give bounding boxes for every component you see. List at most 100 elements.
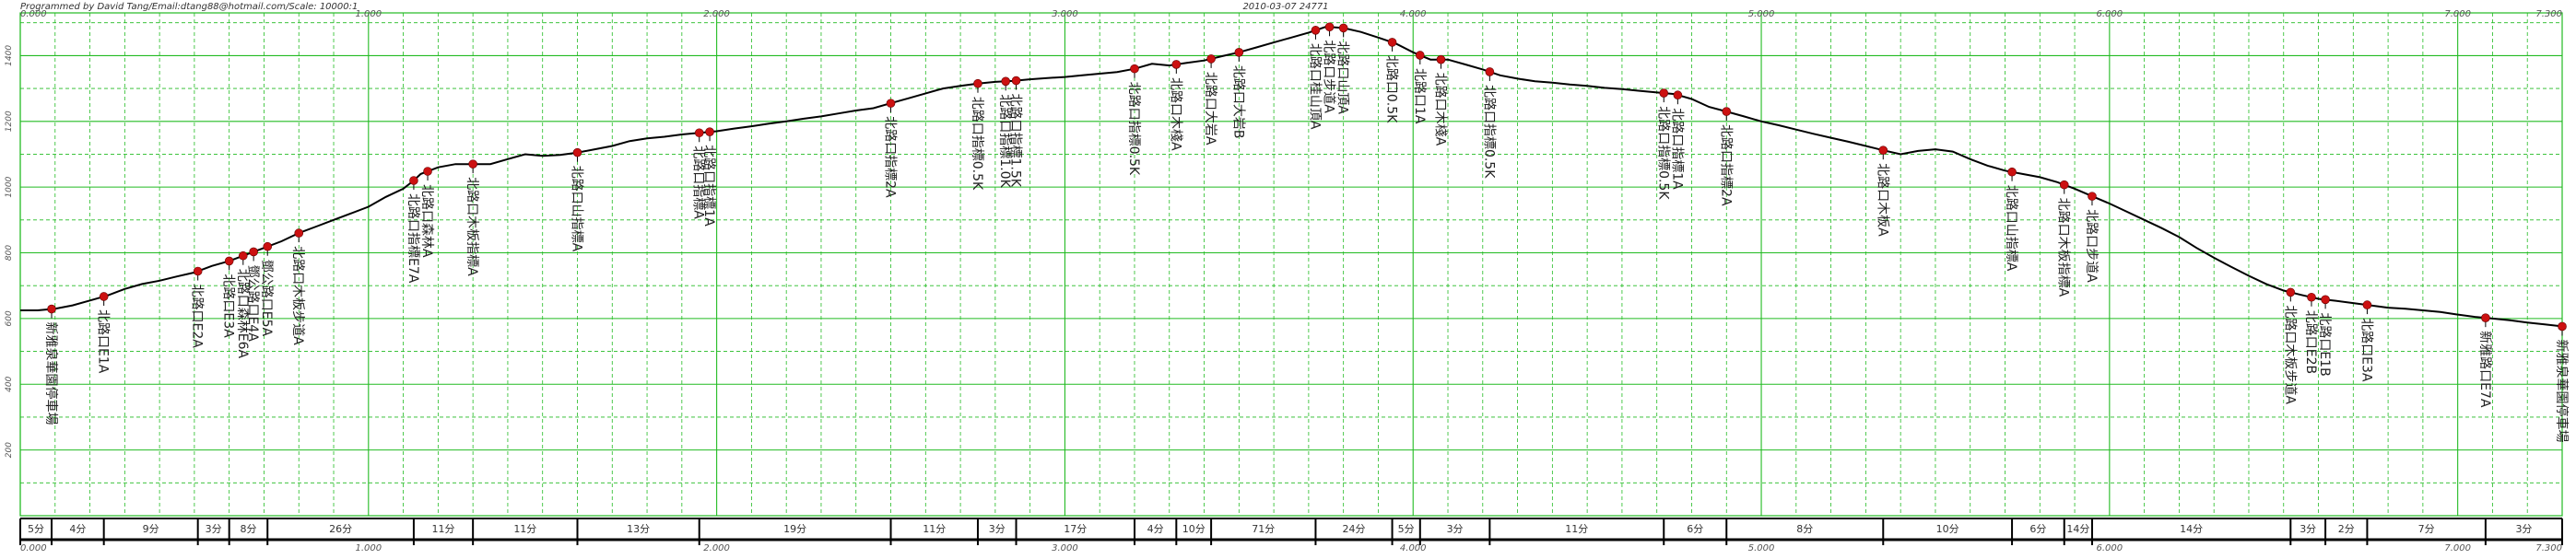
waypoint-marker xyxy=(572,147,582,157)
segment-duration-label: 24分 xyxy=(1343,523,1366,535)
waypoint-marker xyxy=(2362,300,2372,309)
header-stamp: 2010-03-07 24771 xyxy=(1242,2,1328,12)
x-tick-label-bottom: 7.300 xyxy=(2535,543,2562,553)
waypoint-label: 北路口步道A xyxy=(1322,40,1336,113)
waypoint-marker xyxy=(1415,51,1425,60)
waypoint-label: 北路口指標1.5K xyxy=(1008,94,1023,188)
waypoint-marker xyxy=(1722,107,1732,116)
segment-duration-label: 9分 xyxy=(143,523,159,535)
segment-duration-label: 4分 xyxy=(69,523,86,535)
segment-duration-label: 3分 xyxy=(1447,523,1464,535)
x-tick-label-bottom: 2.000 xyxy=(703,543,730,553)
x-tick-label-bottom: 3.000 xyxy=(1052,543,1078,553)
waypoint-marker xyxy=(1001,76,1010,87)
waypoint-label: 北路口山指標A xyxy=(2004,185,2018,272)
y-tick-label: 1000 xyxy=(5,176,14,197)
waypoint-marker xyxy=(1324,22,1335,32)
waypoint-marker xyxy=(263,241,273,251)
segment-duration-label: 5分 xyxy=(28,523,44,535)
waypoint-marker xyxy=(468,159,477,169)
segment-duration-label: 10分 xyxy=(1182,523,1206,535)
x-tick-label-top: 3.000 xyxy=(1052,9,1078,19)
waypoint-marker xyxy=(2059,180,2069,190)
waypoint-label: 北路口指標1A xyxy=(1669,108,1684,190)
x-tick-label-top: 7.000 xyxy=(2444,9,2471,19)
segment-duration-label: 11分 xyxy=(513,523,536,535)
y-tick-label: 800 xyxy=(5,245,14,261)
segment-duration-label: 3分 xyxy=(206,523,222,535)
waypoint-marker xyxy=(1878,146,1888,155)
waypoint-label: 北路口E3A xyxy=(221,274,236,338)
waypoint-label: 北路口1A xyxy=(1412,68,1427,124)
waypoint-marker xyxy=(886,99,896,108)
y-tick-label: 1200 xyxy=(5,111,14,132)
waypoint-label: 北路口E2A xyxy=(190,284,205,348)
segment-duration-label: 3分 xyxy=(2515,523,2532,535)
x-tick-label-top: 1.000 xyxy=(355,9,382,19)
waypoint-marker xyxy=(2088,192,2097,201)
segment-duration-label: 7分 xyxy=(2418,523,2435,535)
waypoint-label: 北路口指標0.5K xyxy=(1481,85,1496,179)
waypoint-marker xyxy=(973,78,982,88)
waypoint-label: 新雅泉華園停車場 xyxy=(2554,339,2570,442)
waypoint-marker xyxy=(1206,54,1216,64)
segment-duration-label: 11分 xyxy=(1565,523,1588,535)
waypoint-marker xyxy=(2307,292,2316,302)
waypoint-label: 北路口0.5K xyxy=(1384,55,1399,123)
segment-duration-label: 3分 xyxy=(989,523,1006,535)
x-tick-label-bottom: 7.000 xyxy=(2444,543,2471,553)
waypoint-label: 北路口木板指標A xyxy=(2056,198,2071,297)
waypoint-marker xyxy=(2007,167,2017,177)
waypoint-label: 北路口指標0.5K xyxy=(1126,82,1141,176)
y-tick-label: 1400 xyxy=(5,45,14,66)
y-tick-label: 200 xyxy=(5,442,14,458)
segment-duration-label: 3分 xyxy=(2300,523,2316,535)
waypoint-label: 北路口E2B xyxy=(2303,310,2318,374)
waypoint-label: 北路口木棧A xyxy=(1432,73,1447,146)
waypoint-marker xyxy=(1171,60,1182,69)
waypoint-marker xyxy=(249,247,258,257)
segment-duration-label: 11分 xyxy=(923,523,946,535)
waypoint-marker xyxy=(1485,67,1495,76)
waypoint-marker xyxy=(409,176,418,185)
segment-duration-label: 26分 xyxy=(329,523,352,535)
waypoint-marker xyxy=(238,250,248,261)
x-tick-label-bottom: 0.000 xyxy=(20,543,47,553)
x-tick-label-top: 4.000 xyxy=(1400,9,1427,19)
waypoint-label: 北路口指標E7A xyxy=(406,193,420,284)
waypoint-label: 北路口山頂A xyxy=(1335,41,1350,114)
segment-duration-label: 19分 xyxy=(783,523,806,535)
waypoint-label: 北路口步道A xyxy=(2084,209,2099,283)
waypoint-marker xyxy=(224,256,234,266)
waypoint-marker xyxy=(694,128,704,138)
segment-duration-label: 6分 xyxy=(1687,523,1703,535)
waypoint-label: 北路口木板指標A xyxy=(465,177,479,276)
segment-duration-label: 14分 xyxy=(2180,523,2203,535)
waypoint-label: 北路口E1A xyxy=(96,309,111,374)
waypoint-marker xyxy=(2558,321,2567,332)
segment-duration-label: 8分 xyxy=(1796,523,1813,535)
segment-duration-label: 5分 xyxy=(1398,523,1415,535)
waypoint-marker xyxy=(294,228,304,238)
segment-duration-label: 71分 xyxy=(1252,523,1275,535)
segment-duration-label: 14分 xyxy=(2066,523,2089,535)
waypoint-marker xyxy=(1436,54,1446,64)
waypoint-marker xyxy=(99,292,109,301)
waypoint-label: 北路口指標0.5K xyxy=(1655,106,1670,200)
segment-duration-label: 13分 xyxy=(627,523,650,535)
waypoint-label: 北路口山指標A xyxy=(569,166,583,252)
waypoint-label: 北路口E1B xyxy=(2317,312,2332,376)
waypoint-label: 新雅路口E7A xyxy=(2477,331,2492,408)
waypoint-label: 北路口木棧A xyxy=(1168,77,1182,151)
waypoint-marker xyxy=(2286,287,2296,297)
waypoint-marker xyxy=(423,167,432,176)
waypoint-label: 北路口E3A xyxy=(2358,318,2373,382)
waypoint-marker xyxy=(2481,313,2490,322)
waypoint-marker xyxy=(193,266,203,276)
segment-duration-label: 4分 xyxy=(1147,523,1164,535)
segment-duration-label: 8分 xyxy=(240,523,256,535)
waypoint-label: 北路口指標2A xyxy=(883,116,898,198)
chart-svg: Programmed by David Tang/Email:dtang88@h… xyxy=(0,0,2576,554)
waypoint-label: 新雅泉華園停車場 xyxy=(43,322,59,425)
waypoint-label: 北路口木板步道A xyxy=(2282,305,2297,404)
